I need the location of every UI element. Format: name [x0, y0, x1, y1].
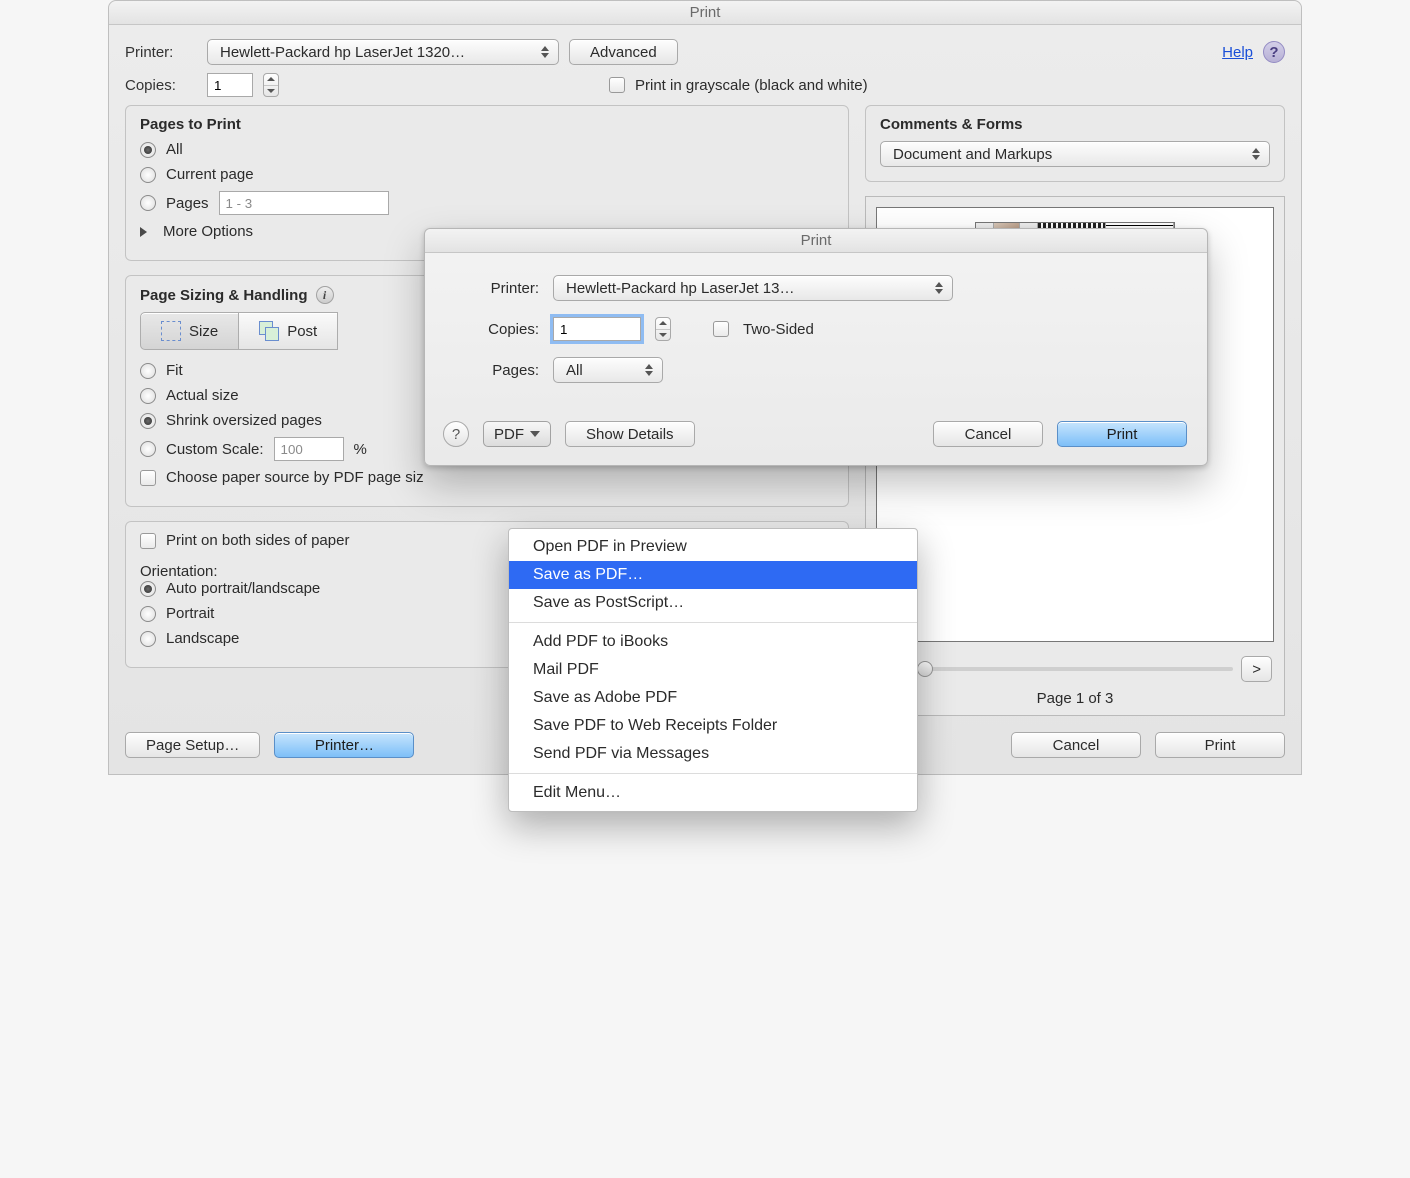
menu-edit-menu[interactable]: Edit Menu… [509, 779, 917, 807]
sheet-cancel-button[interactable]: Cancel [933, 421, 1043, 447]
chevron-down-icon [530, 431, 540, 437]
menu-open-preview[interactable]: Open PDF in Preview [509, 533, 917, 561]
preview-next-button[interactable]: > [1241, 656, 1272, 682]
sheet-copies-stepper[interactable] [655, 317, 671, 341]
printer-button[interactable]: Printer… [274, 732, 414, 758]
sheet-copies-input[interactable] [553, 317, 641, 341]
sheet-title: Print [425, 229, 1207, 253]
advanced-button[interactable]: Advanced [569, 39, 678, 65]
menu-save-as-adobe-pdf[interactable]: Save as Adobe PDF [509, 684, 917, 712]
grayscale-label: Print in grayscale (black and white) [635, 77, 868, 94]
popup-arrows-icon [932, 279, 946, 297]
menu-send-via-messages[interactable]: Send PDF via Messages [509, 740, 917, 768]
system-print-sheet: Print Printer: Hewlett-Packard hp LaserJ… [424, 228, 1208, 466]
help-icon[interactable]: ? [1263, 41, 1285, 63]
radio-current-page[interactable] [140, 167, 156, 183]
seg-poster[interactable]: Post [238, 312, 338, 350]
size-icon [161, 321, 181, 341]
preview-zoom-slider[interactable] [917, 667, 1233, 671]
pdf-dropdown-menu: Open PDF in Preview Save as PDF… Save as… [508, 528, 918, 812]
both-sides-checkbox[interactable] [140, 533, 156, 549]
menu-mail-pdf[interactable]: Mail PDF [509, 656, 917, 684]
radio-custom-scale[interactable] [140, 441, 156, 457]
popup-arrows-icon [1249, 145, 1263, 163]
copies-input[interactable] [207, 73, 253, 97]
disclosure-triangle-icon [140, 227, 147, 237]
page-setup-button[interactable]: Page Setup… [125, 732, 260, 758]
pages-range-input[interactable] [219, 191, 389, 215]
sheet-pages-popup[interactable]: All [553, 357, 663, 383]
sizing-title: Page Sizing & Handling [140, 287, 308, 304]
poster-icon [259, 321, 279, 341]
sheet-pages-label: Pages: [459, 362, 539, 379]
pdf-menu-button[interactable]: PDF [483, 421, 551, 447]
radio-all[interactable] [140, 142, 156, 158]
sheet-help-button[interactable]: ? [443, 421, 469, 447]
two-sided-checkbox[interactable] [713, 321, 729, 337]
preview-page-indicator: Page 1 of 3 [866, 686, 1284, 715]
window-title: Print [109, 1, 1301, 25]
print-button[interactable]: Print [1155, 732, 1285, 758]
info-icon[interactable]: i [316, 286, 334, 304]
radio-orient-auto[interactable] [140, 581, 156, 597]
slider-thumb[interactable] [917, 661, 933, 677]
menu-save-as-postscript[interactable]: Save as PostScript… [509, 589, 917, 617]
cancel-button[interactable]: Cancel [1011, 732, 1141, 758]
menu-separator [509, 773, 917, 774]
choose-source-checkbox[interactable] [140, 470, 156, 486]
grayscale-checkbox[interactable] [609, 77, 625, 93]
pages-group-title: Pages to Print [140, 116, 834, 133]
radio-actual-size[interactable] [140, 388, 156, 404]
copies-label: Copies: [125, 77, 197, 94]
popup-arrows-icon [538, 43, 552, 61]
radio-shrink[interactable] [140, 413, 156, 429]
menu-save-as-pdf[interactable]: Save as PDF… [509, 561, 917, 589]
copies-stepper[interactable] [263, 73, 279, 97]
sheet-printer-popup[interactable]: Hewlett-Packard hp LaserJet 13… [553, 275, 953, 301]
popup-arrows-icon [642, 361, 656, 379]
menu-add-to-ibooks[interactable]: Add PDF to iBooks [509, 628, 917, 656]
menu-separator [509, 622, 917, 623]
menu-web-receipts[interactable]: Save PDF to Web Receipts Folder [509, 712, 917, 740]
show-details-button[interactable]: Show Details [565, 421, 695, 447]
sheet-printer-label: Printer: [459, 280, 539, 297]
printer-label: Printer: [125, 44, 197, 61]
help-link[interactable]: Help [1222, 44, 1253, 61]
comments-popup[interactable]: Document and Markups [880, 141, 1270, 167]
sheet-copies-label: Copies: [459, 321, 539, 338]
printer-popup[interactable]: Hewlett-Packard hp LaserJet 1320… [207, 39, 559, 65]
seg-size[interactable]: Size [140, 312, 239, 350]
custom-scale-input[interactable] [274, 437, 344, 461]
sheet-print-button[interactable]: Print [1057, 421, 1187, 447]
radio-fit[interactable] [140, 363, 156, 379]
printer-value: Hewlett-Packard hp LaserJet 1320… [220, 44, 465, 61]
radio-orient-portrait[interactable] [140, 606, 156, 622]
comments-forms-group: Comments & Forms Document and Markups [865, 105, 1285, 182]
radio-pages[interactable] [140, 195, 156, 211]
radio-orient-landscape[interactable] [140, 631, 156, 647]
